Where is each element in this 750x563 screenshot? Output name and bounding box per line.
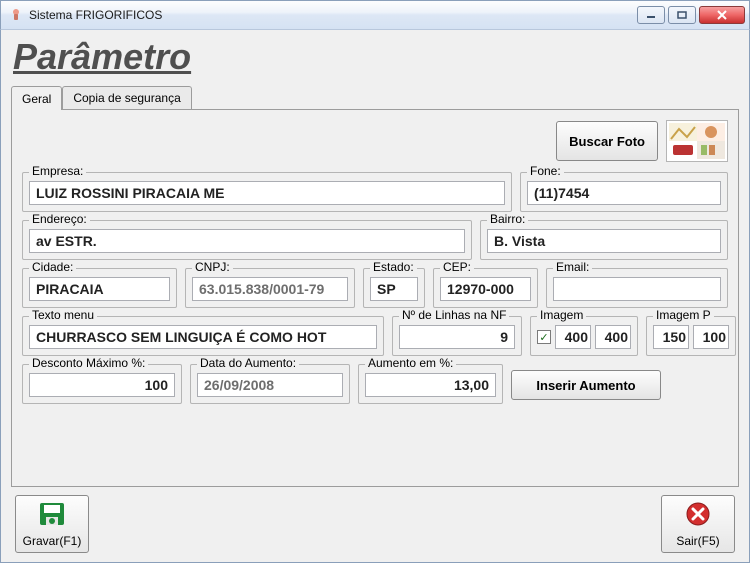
maximize-button[interactable] (668, 6, 696, 24)
cep-input[interactable] (440, 277, 531, 301)
label-cidade: Cidade: (29, 260, 76, 274)
sair-label: Sair(F5) (676, 534, 719, 548)
tab-copia-seguranca[interactable]: Copia de segurança (62, 86, 191, 109)
imagem-p-h-input[interactable] (693, 325, 729, 349)
bairro-input[interactable] (487, 229, 721, 253)
client-area: Parâmetro Geral Copia de segurança Busca… (0, 30, 750, 563)
window-titlebar: Sistema FRIGORIFICOS (0, 0, 750, 30)
label-imagem-p: Imagem P (653, 308, 714, 322)
email-input[interactable] (553, 277, 721, 301)
estado-input[interactable] (370, 277, 418, 301)
minimize-button[interactable] (637, 6, 665, 24)
label-data-aumento: Data do Aumento: (197, 356, 299, 370)
close-button[interactable] (699, 6, 745, 24)
label-bairro: Bairro: (487, 212, 528, 226)
aumento-pct-input[interactable] (365, 373, 496, 397)
imagem-h-input[interactable] (595, 325, 631, 349)
tab-panel-geral: Buscar Foto Empresa: Fone: (11, 109, 739, 487)
label-email: Email: (553, 260, 592, 274)
label-imagem: Imagem (537, 308, 586, 322)
window-title: Sistema FRIGORIFICOS (29, 8, 634, 22)
label-aumento-pct: Aumento em %: (365, 356, 456, 370)
label-fone: Fone: (527, 164, 564, 178)
gravar-label: Gravar(F1) (23, 534, 82, 548)
sair-button[interactable]: Sair(F5) (661, 495, 735, 553)
app-icon (9, 8, 23, 22)
fone-input[interactable] (527, 181, 721, 205)
texto-menu-input[interactable] (29, 325, 377, 349)
buscar-foto-button[interactable]: Buscar Foto (556, 121, 658, 161)
endereco-input[interactable] (29, 229, 465, 253)
cidade-input[interactable] (29, 277, 170, 301)
inserir-aumento-button[interactable]: Inserir Aumento (511, 370, 661, 400)
tab-geral[interactable]: Geral (11, 86, 62, 110)
desconto-max-input[interactable] (29, 373, 175, 397)
label-texto-menu: Texto menu (29, 308, 97, 322)
cnpj-input[interactable] (192, 277, 348, 301)
label-cep: CEP: (440, 260, 474, 274)
empresa-input[interactable] (29, 181, 505, 205)
imagem-p-w-input[interactable] (653, 325, 689, 349)
label-cnpj: CNPJ: (192, 260, 233, 274)
label-estado: Estado: (370, 260, 417, 274)
tabstrip: Geral Copia de segurança (11, 84, 739, 109)
label-empresa: Empresa: (29, 164, 86, 178)
gravar-button[interactable]: Gravar(F1) (15, 495, 89, 553)
imagem-w-input[interactable] (555, 325, 591, 349)
num-linhas-nf-input[interactable] (399, 325, 515, 349)
photo-thumbnail[interactable] (666, 120, 728, 162)
page-title: Parâmetro (11, 34, 739, 84)
close-icon (685, 501, 711, 530)
label-endereco: Endereço: (29, 212, 90, 226)
label-desconto-max: Desconto Máximo %: (29, 356, 148, 370)
save-icon (38, 501, 66, 530)
data-aumento-input[interactable] (197, 373, 343, 397)
footer-toolbar: Gravar(F1) Sair(F5) (11, 487, 739, 553)
imagem-checkbox[interactable]: ✓ (537, 330, 551, 344)
label-num-linhas-nf: Nº de Linhas na NF (399, 308, 509, 322)
